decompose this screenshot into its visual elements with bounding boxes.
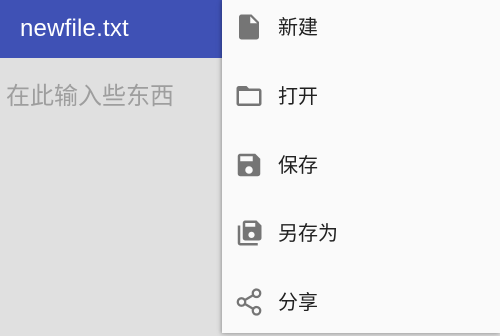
menu-item-label: 新建 [278, 15, 318, 39]
folder-open-icon [234, 81, 264, 111]
menu-item-label: 另存为 [278, 221, 338, 245]
menu-item-share[interactable]: 分享 [222, 268, 500, 336]
save-as-icon [234, 218, 264, 248]
save-icon [234, 150, 264, 180]
menu-item-new[interactable]: 新建 [222, 0, 500, 61]
menu-item-save-as[interactable]: 另存为 [222, 199, 500, 267]
text-editor-input[interactable] [6, 80, 216, 112]
overflow-menu: 新建 打开 保存 另存为 分享 [222, 0, 500, 333]
menu-item-save[interactable]: 保存 [222, 131, 500, 199]
new-file-icon [234, 12, 264, 42]
menu-item-label: 保存 [278, 153, 318, 177]
menu-item-open[interactable]: 打开 [222, 62, 500, 130]
share-icon [234, 287, 264, 317]
menu-item-label: 打开 [278, 84, 318, 108]
menu-item-label: 分享 [278, 290, 318, 314]
file-name-title: newfile.txt [20, 15, 129, 42]
